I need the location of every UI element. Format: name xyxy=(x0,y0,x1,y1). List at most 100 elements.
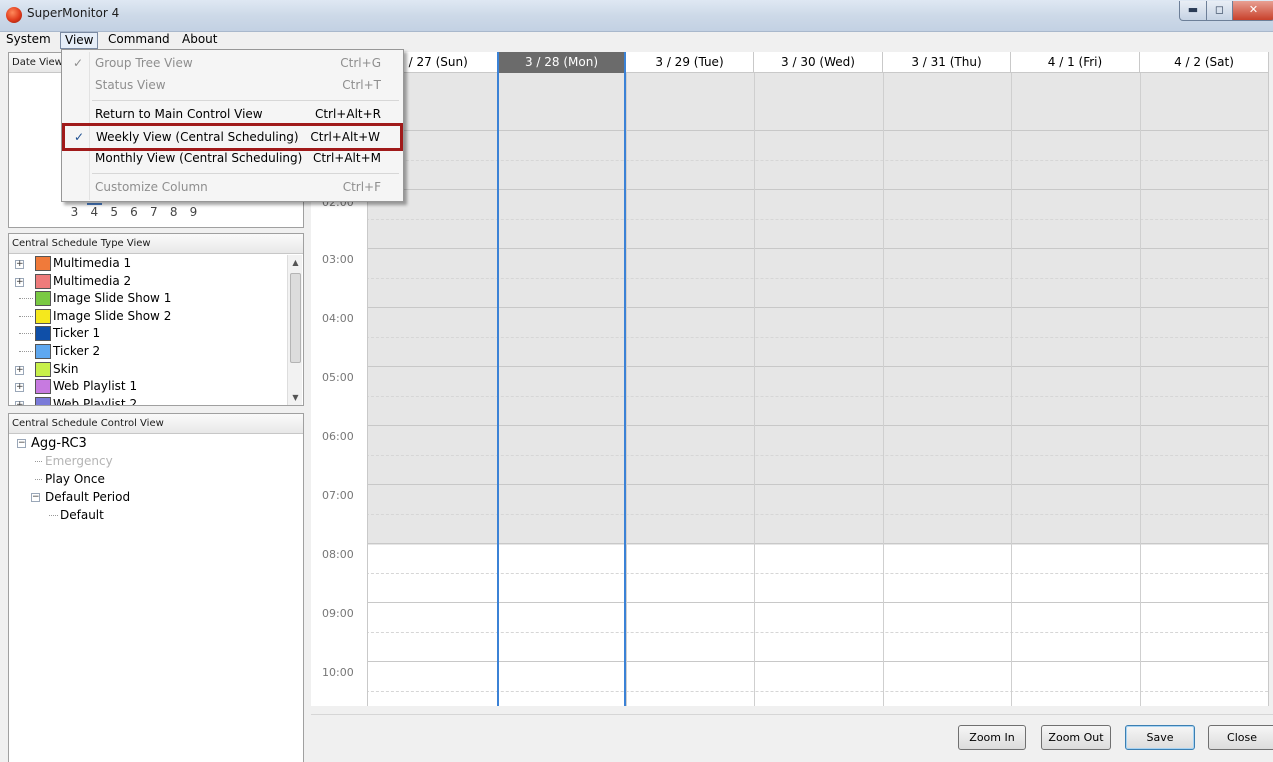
menu-item-weekly-view[interactable]: ✓ Weekly View (Central Scheduling) Ctrl+… xyxy=(62,123,403,151)
save-button[interactable]: Save xyxy=(1125,725,1195,750)
expand-icon[interactable]: + xyxy=(15,260,24,269)
day-header-sat[interactable]: 4 / 2 (Sat) xyxy=(1140,52,1268,73)
grid-line xyxy=(311,661,1268,662)
grid-right-edge xyxy=(1268,52,1273,706)
type-item-label: Ticker 1 xyxy=(53,326,101,341)
tree-node-label: Default Period xyxy=(45,490,131,504)
calendar-day[interactable]: 8 xyxy=(166,205,181,219)
bottom-toolbar: Zoom In Zoom Out Save Close xyxy=(311,714,1273,762)
close-window-button[interactable]: ✕ xyxy=(1232,1,1273,21)
calendar-day[interactable]: 9 xyxy=(186,205,201,219)
type-item-image-slide-show-2[interactable]: Image Slide Show 2 xyxy=(9,308,287,326)
menu-command[interactable]: Command xyxy=(104,32,174,48)
tree-node-default[interactable]: Default xyxy=(9,507,301,525)
tree-node-play-once[interactable]: Play Once xyxy=(9,471,301,489)
expand-icon[interactable]: + xyxy=(15,400,24,405)
collapse-icon[interactable]: − xyxy=(31,493,40,502)
column-divider xyxy=(883,73,884,706)
menu-view[interactable]: View xyxy=(60,32,99,49)
type-item-label: Web Playlist 2 xyxy=(53,396,138,405)
menu-item-group-tree-view[interactable]: ✓ Group Tree View Ctrl+G xyxy=(64,53,401,73)
type-item-web-playlist-1[interactable]: + Web Playlist 1 xyxy=(9,378,287,396)
minimize-button[interactable]: ▬ xyxy=(1179,1,1207,21)
column-divider xyxy=(626,73,627,706)
menu-system[interactable]: System xyxy=(2,32,55,48)
menu-item-status-view[interactable]: Status View Ctrl+T xyxy=(64,75,401,95)
day-header-thu[interactable]: 3 / 31 (Thu) xyxy=(883,52,1011,73)
type-item-ticker-2[interactable]: Ticker 2 xyxy=(9,343,287,361)
close-button[interactable]: Close xyxy=(1208,725,1273,750)
type-item-skin[interactable]: + Skin xyxy=(9,361,287,379)
type-item-label: Web Playlist 1 xyxy=(53,379,138,394)
day-header-wed[interactable]: 3 / 30 (Wed) xyxy=(754,52,883,73)
menu-item-label: Status View xyxy=(95,78,166,92)
day-header-row: 3 / 27 (Sun) 3 / 28 (Mon) 3 / 29 (Tue) 3… xyxy=(311,52,1268,73)
type-item-multimedia-2[interactable]: + Multimedia 2 xyxy=(9,273,287,291)
scroll-up-icon[interactable]: ▲ xyxy=(288,255,303,270)
schedule-type-title: Central Schedule Type View xyxy=(9,234,303,254)
type-item-label: Skin xyxy=(53,361,79,376)
calendar-day[interactable]: 6 xyxy=(126,205,141,219)
calendar-day[interactable]: 5 xyxy=(107,205,122,219)
expand-icon[interactable]: + xyxy=(15,383,24,393)
type-item-label: Image Slide Show 2 xyxy=(53,308,172,323)
expand-icon[interactable]: + xyxy=(15,365,24,375)
day-header-tue[interactable]: 3 / 29 (Tue) xyxy=(626,52,754,73)
color-swatch xyxy=(35,326,51,342)
selected-day-border-right xyxy=(624,52,626,706)
calendar-day-selected[interactable]: 4 xyxy=(86,203,102,219)
color-swatch xyxy=(35,379,51,395)
type-list-scrollbar[interactable]: ▲ ▼ xyxy=(287,255,302,405)
column-divider xyxy=(1011,73,1012,706)
type-item-image-slide-show-1[interactable]: Image Slide Show 1 xyxy=(9,290,287,308)
color-swatch xyxy=(35,256,51,271)
menu-item-shortcut: Ctrl+Alt+M xyxy=(312,151,381,165)
expand-icon[interactable]: + xyxy=(15,277,24,287)
type-item-web-playlist-2[interactable]: + Web Playlist 2 xyxy=(9,396,287,405)
maximize-button[interactable]: ◻ xyxy=(1206,1,1233,21)
app-logo-icon xyxy=(6,7,22,23)
half-grid-line xyxy=(311,632,1268,633)
half-grid-line xyxy=(311,337,1268,338)
zoom-out-button[interactable]: Zoom Out xyxy=(1041,725,1111,750)
menu-item-customize-column[interactable]: Customize Column Ctrl+F xyxy=(64,177,401,197)
time-label: 10:00 xyxy=(322,666,354,679)
past-time-shading xyxy=(368,73,1268,545)
column-divider xyxy=(1140,73,1141,706)
collapse-icon[interactable]: − xyxy=(17,439,26,448)
type-item-multimedia-1[interactable]: + Multimedia 1 xyxy=(9,255,287,273)
tree-connector xyxy=(19,333,33,335)
scroll-thumb[interactable] xyxy=(290,273,301,363)
menu-separator xyxy=(92,173,399,174)
tree-node-emergency[interactable]: Emergency xyxy=(9,453,301,471)
calendar-day[interactable]: 3 xyxy=(67,205,82,219)
half-grid-line xyxy=(311,455,1268,456)
mini-calendar-row: 3 4 5 6 7 8 9 xyxy=(67,203,202,219)
title-bar: SuperMonitor 4 ▬ ◻ ✕ xyxy=(0,0,1273,32)
tree-node-default-period[interactable]: − Default Period xyxy=(9,489,301,507)
color-swatch xyxy=(35,273,51,289)
zoom-in-button[interactable]: Zoom In xyxy=(958,725,1026,750)
time-label: 03:00 xyxy=(322,253,354,266)
weekly-schedule-grid[interactable]: 02:00 03:00 04:00 05:00 06:00 07:00 08:0… xyxy=(311,52,1268,706)
tree-node-label: Agg-RC3 xyxy=(31,436,87,451)
tree-node-root[interactable]: − Agg-RC3 xyxy=(9,435,301,453)
control-tree: − Agg-RC3 Emergency Play Once − Default … xyxy=(9,435,301,525)
window-title: SuperMonitor 4 xyxy=(27,6,120,20)
half-grid-line xyxy=(311,691,1268,692)
day-header-fri[interactable]: 4 / 1 (Fri) xyxy=(1011,52,1140,73)
day-header-mon[interactable]: 3 / 28 (Mon) xyxy=(498,52,626,73)
menu-item-monthly-view[interactable]: Monthly View (Central Scheduling) Ctrl+A… xyxy=(64,148,401,168)
scroll-down-icon[interactable]: ▼ xyxy=(288,390,303,405)
menu-item-return-main-control[interactable]: Return to Main Control View Ctrl+Alt+R xyxy=(64,104,401,124)
grid-line xyxy=(311,307,1268,308)
menu-about[interactable]: About xyxy=(178,32,221,48)
tree-connector xyxy=(35,461,42,462)
grid-line xyxy=(311,189,1268,190)
time-label: 04:00 xyxy=(322,312,354,325)
schedule-type-list: + Multimedia 1 + Multimedia 2 Image Slid… xyxy=(9,255,287,405)
type-item-ticker-1[interactable]: Ticker 1 xyxy=(9,325,287,343)
type-item-label: Multimedia 2 xyxy=(53,273,132,288)
tree-connector xyxy=(19,315,33,317)
calendar-day[interactable]: 7 xyxy=(146,205,161,219)
